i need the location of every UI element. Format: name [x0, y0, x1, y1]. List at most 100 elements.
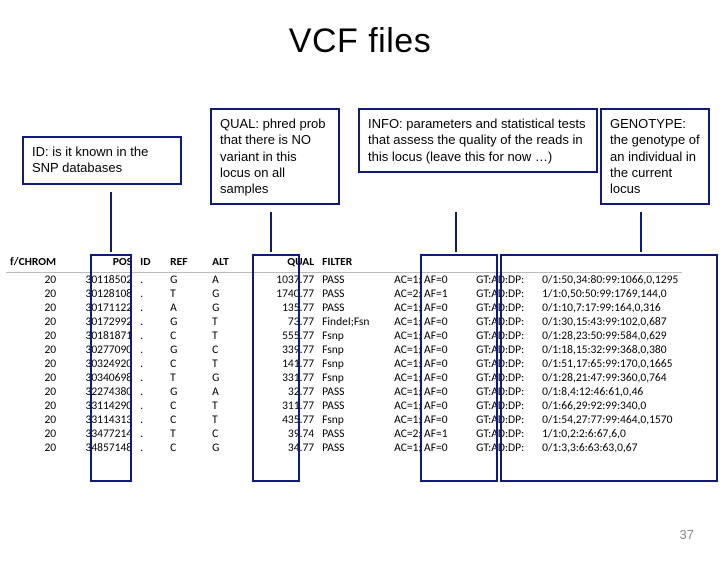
th-chrom: f/CHROM: [6, 254, 62, 273]
th-ref: REF: [166, 254, 208, 273]
table-cell: Fsnp: [318, 413, 390, 427]
table-cell: AC=1; AF=0: [390, 329, 472, 343]
table-cell: 20: [6, 315, 62, 329]
table-cell: A: [208, 273, 250, 288]
table-cell: AC=1; AF=0: [390, 385, 472, 399]
table-cell: PASS: [318, 427, 390, 441]
table-cell: T: [166, 371, 208, 385]
table-cell: G: [208, 441, 250, 455]
table-cell: GT:AD:DP:: [472, 357, 538, 371]
table-cell: T: [166, 427, 208, 441]
table-row: 2030171122.AG135.77PASSAC=1; AF=0GT:AD:D…: [6, 301, 682, 315]
table-cell: 34857148: [62, 441, 136, 455]
table-cell: 0/1:30,15:43:99:102,0,687: [538, 315, 682, 329]
table-cell: C: [166, 329, 208, 343]
table-cell: AC=1; AF=0: [390, 441, 472, 455]
table-cell: 20: [6, 441, 62, 455]
leader-line-qual: [270, 212, 272, 252]
table-row: 2030324920.CT141.77FsnpAC=1; AF=0GT:AD:D…: [6, 357, 682, 371]
table-cell: .: [136, 357, 166, 371]
table-cell: AC=2; AF=1: [390, 427, 472, 441]
table-cell: FindeI;Fsn: [318, 315, 390, 329]
table-cell: .: [136, 385, 166, 399]
table-row: 2030118502.GA1037.77PASSAC=1; AF=0GT:AD:…: [6, 273, 682, 288]
slide-title: VCF files: [0, 22, 720, 61]
vcf-table-wrap: f/CHROM POS ID REF ALT QUAL FILTER 20301…: [6, 254, 720, 455]
table-cell: 1/1:0,50:50:99:1769,144,0: [538, 287, 682, 301]
table-cell: 32.77: [250, 385, 318, 399]
table-cell: T: [208, 315, 250, 329]
table-cell: C: [166, 441, 208, 455]
table-cell: G: [166, 343, 208, 357]
table-cell: 20: [6, 273, 62, 288]
table-cell: .: [136, 427, 166, 441]
leader-line-id: [110, 192, 112, 252]
table-cell: .: [136, 315, 166, 329]
table-cell: Fsnp: [318, 329, 390, 343]
table-cell: T: [208, 413, 250, 427]
table-cell: GT:AD:DP:: [472, 343, 538, 357]
leader-line-geno: [640, 212, 642, 252]
table-cell: 20: [6, 385, 62, 399]
table-cell: PASS: [318, 287, 390, 301]
th-alt: ALT: [208, 254, 250, 273]
th-id: ID: [136, 254, 166, 273]
table-row: 2033477214.TC39.74PASSAC=2; AF=1GT:AD:DP…: [6, 427, 682, 441]
table-cell: A: [208, 385, 250, 399]
table-cell: 39.74: [250, 427, 318, 441]
table-cell: GT:AD:DP:: [472, 371, 538, 385]
table-cell: C: [166, 399, 208, 413]
table-cell: AC=1; AF=0: [390, 301, 472, 315]
table-cell: 30340698: [62, 371, 136, 385]
table-cell: 20: [6, 399, 62, 413]
table-row: 2030181871.CT555.77FsnpAC=1; AF=0GT:AD:D…: [6, 329, 682, 343]
table-cell: 0/1:28,21:47:99:360,0,764: [538, 371, 682, 385]
table-cell: 30181871: [62, 329, 136, 343]
table-cell: G: [166, 385, 208, 399]
table-cell: T: [208, 399, 250, 413]
table-cell: GT:AD:DP:: [472, 315, 538, 329]
callout-id: ID: is it known in the SNP databases: [22, 136, 182, 185]
table-cell: 0/1:8,4:12:46:61,0,46: [538, 385, 682, 399]
table-cell: GT:AD:DP:: [472, 273, 538, 288]
table-cell: 34.77: [250, 441, 318, 455]
table-cell: 0/1:28,23:50:99:584,0,629: [538, 329, 682, 343]
table-cell: G: [208, 287, 250, 301]
table-cell: PASS: [318, 301, 390, 315]
table-row: 2033114290.CT311.77PASSAC=1; AF=0GT:AD:D…: [6, 399, 682, 413]
table-cell: G: [208, 301, 250, 315]
table-cell: 33114290: [62, 399, 136, 413]
table-cell: 20: [6, 371, 62, 385]
table-cell: 20: [6, 427, 62, 441]
table-cell: .: [136, 273, 166, 288]
callout-info: INFO: parameters and statistical tests t…: [358, 108, 598, 173]
table-row: 2033114313.CT435.77FsnpAC=1; AF=0GT:AD:D…: [6, 413, 682, 427]
table-cell: 30172992: [62, 315, 136, 329]
callouts-area: ID: is it known in the SNP databases QUA…: [0, 108, 720, 238]
table-cell: GT:AD:DP:: [472, 399, 538, 413]
th-format: [472, 254, 538, 273]
table-cell: 73.77: [250, 315, 318, 329]
table-cell: PASS: [318, 441, 390, 455]
table-cell: T: [208, 329, 250, 343]
table-cell: 30324920: [62, 357, 136, 371]
table-cell: 32274380: [62, 385, 136, 399]
th-qual: QUAL: [250, 254, 318, 273]
table-cell: .: [136, 287, 166, 301]
table-row: 2034857148.CG34.77PASSAC=1; AF=0GT:AD:DP…: [6, 441, 682, 455]
table-cell: 0/1:51,17:65:99:170,0,1665: [538, 357, 682, 371]
table-cell: 0/1:10,7:17:99:164,0,316: [538, 301, 682, 315]
table-cell: 331.77: [250, 371, 318, 385]
table-cell: 20: [6, 413, 62, 427]
table-cell: C: [208, 343, 250, 357]
table-cell: 20: [6, 329, 62, 343]
table-cell: 33114313: [62, 413, 136, 427]
table-cell: 30118502: [62, 273, 136, 288]
table-cell: A: [166, 301, 208, 315]
table-row: 2030340698.TG331.77FsnpAC=1; AF=0GT:AD:D…: [6, 371, 682, 385]
table-row: 2032274380.GA32.77PASSAC=1; AF=0GT:AD:DP…: [6, 385, 682, 399]
table-cell: 135.77: [250, 301, 318, 315]
table-cell: AC=1; AF=0: [390, 357, 472, 371]
callout-qual: QUAL: phred prob that there is NO varian…: [210, 108, 340, 205]
table-cell: T: [208, 357, 250, 371]
